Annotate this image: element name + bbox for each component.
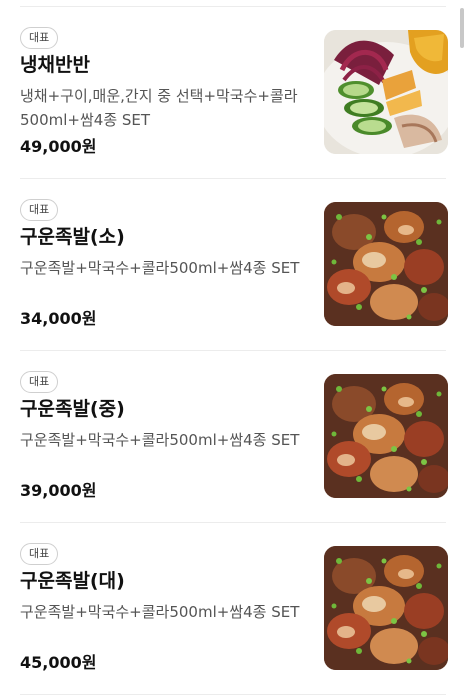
menu-item[interactable]: 대표 구운족발(소) 구운족발+막국수+콜라500ml+쌈4종 SET 34,0…: [20, 179, 448, 351]
menu-item-price: 45,000원: [20, 653, 97, 672]
signature-badge: 대표: [20, 371, 59, 393]
menu-item-description: 구운족발+막국수+콜라500ml+쌈4종 SET: [20, 259, 300, 277]
menu-item-price: 34,000원: [20, 309, 97, 328]
menu-list: 대표 냉채반반 냉채+구이,매운,간지 중 선택+막국수+콜라500ml+쌈4종…: [0, 7, 466, 695]
menu-item-description: 구운족발+막국수+콜라500ml+쌈4종 SET: [20, 431, 300, 449]
menu-item-name: 냉채반반: [20, 54, 90, 76]
menu-item-name: 구운족발(대): [20, 570, 125, 592]
menu-item-description: 냉채+구이,매운,간지 중 선택+막국수+콜라500ml+쌈4종 SET: [20, 87, 298, 129]
signature-badge: 대표: [20, 543, 59, 565]
menu-item-price: 49,000원: [20, 137, 97, 156]
menu-item[interactable]: 대표 구운족발(중) 구운족발+막국수+콜라500ml+쌈4종 SET 39,0…: [20, 351, 448, 523]
signature-badge: 대표: [20, 199, 59, 221]
menu-item-name: 구운족발(중): [20, 398, 125, 420]
cold-salad-food-photo-icon[interactable]: [324, 30, 448, 154]
grilled-pork-feet-photo-icon[interactable]: [324, 546, 448, 670]
grilled-pork-feet-photo-icon[interactable]: [324, 374, 448, 498]
menu-item-price: 39,000원: [20, 481, 97, 500]
menu-item[interactable]: 대표 냉채반반 냉채+구이,매운,간지 중 선택+막국수+콜라500ml+쌈4종…: [20, 7, 448, 179]
menu-item-description: 구운족발+막국수+콜라500ml+쌈4종 SET: [20, 603, 300, 621]
menu-item[interactable]: 대표 구운족발(대) 구운족발+막국수+콜라500ml+쌈4종 SET 45,0…: [20, 523, 448, 695]
signature-badge: 대표: [20, 27, 59, 49]
grilled-pork-feet-photo-icon[interactable]: [324, 202, 448, 326]
menu-item-name: 구운족발(소): [20, 226, 125, 248]
